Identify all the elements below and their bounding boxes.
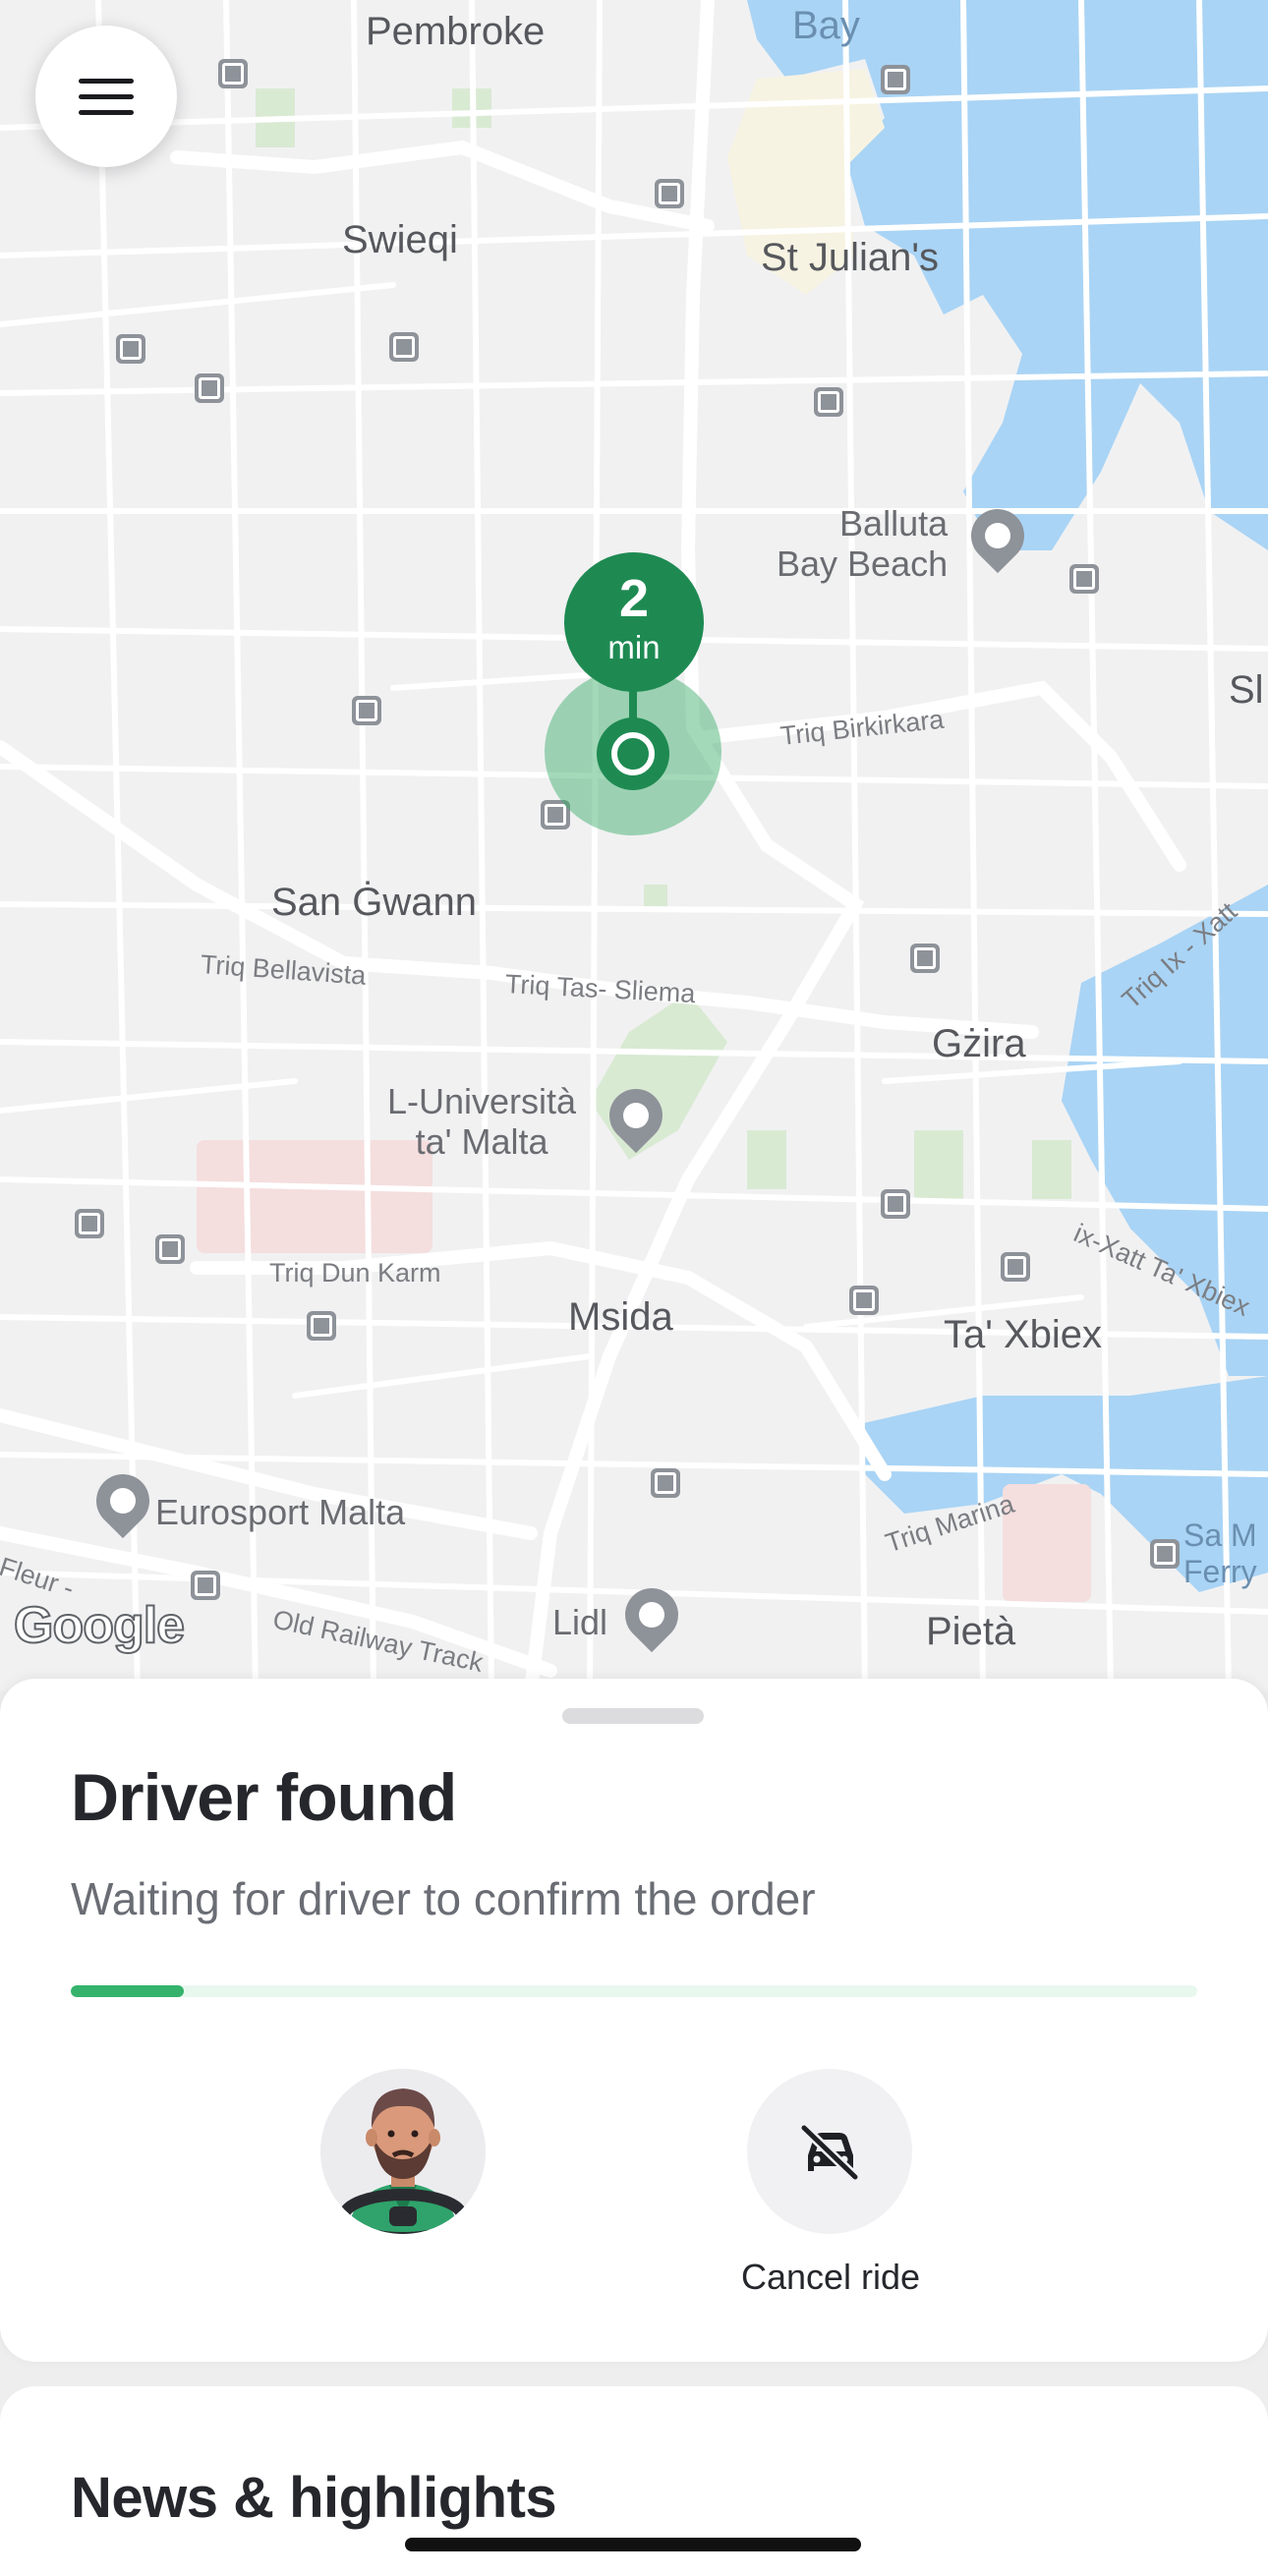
status-title: Driver found (71, 1760, 457, 1835)
eta-value: 2 (618, 569, 650, 628)
news-title: News & highlights (71, 2466, 557, 2530)
bus-stop-icon[interactable] (195, 373, 224, 403)
map-base (0, 0, 1268, 1690)
bus-stop-icon[interactable] (881, 1189, 910, 1219)
driver-avatar-illustration (320, 2069, 486, 2234)
bus-stop-icon[interactable] (75, 1209, 104, 1238)
eta-unit: min (607, 629, 661, 665)
street-label-dun-karm: Triq Dun Karm (269, 1258, 441, 1288)
bus-stop-icon[interactable] (849, 1286, 879, 1315)
place-label-eurosport: Eurosport Malta (155, 1492, 406, 1532)
place-label-st-julians: St Julian's (761, 236, 940, 279)
place-label-ta-xbiex: Ta' Xbiex (944, 1313, 1103, 1356)
bus-stop-icon[interactable] (155, 1234, 185, 1264)
bus-stop-icon[interactable] (651, 1468, 680, 1498)
bus-stop-icon[interactable] (307, 1311, 336, 1341)
google-attribution[interactable]: Google (13, 1596, 186, 1655)
bus-stop-icon[interactable] (881, 65, 910, 94)
bus-stop-icon[interactable] (116, 334, 145, 364)
place-label-universita: L-Università ta' Malta (387, 1081, 577, 1163)
cancel-ride-button[interactable] (747, 2069, 912, 2234)
bus-stop-icon[interactable] (655, 179, 684, 208)
bus-stop-icon[interactable] (1069, 564, 1099, 594)
bus-stop-icon[interactable] (1150, 1539, 1180, 1569)
eta-bubble: 2 min (564, 552, 704, 692)
hamburger-menu-icon (79, 78, 134, 84)
place-label-pembroke: Pembroke (366, 10, 546, 53)
bus-stop-icon[interactable] (352, 696, 381, 725)
place-label-gzira: Gżira (932, 1022, 1026, 1065)
pickup-pin[interactable]: 2 min (543, 552, 723, 837)
place-label-bay: Bay (792, 4, 860, 47)
bus-stop-icon[interactable] (1001, 1252, 1030, 1282)
sheet-drag-handle[interactable] (562, 1708, 704, 1724)
place-label-swieqi: Swieqi (342, 218, 458, 261)
bus-stop-icon[interactable] (218, 59, 248, 88)
waiting-progress-bar (71, 1985, 1197, 1997)
place-label-msida: Msida (568, 1295, 673, 1339)
cancel-ride-label[interactable]: Cancel ride (649, 2257, 1012, 2298)
ride-status-sheet: Driver found Waiting for driver to confi… (0, 1679, 1268, 2362)
map-view[interactable]: Pembroke Bay Swieqi St Julian's Balluta … (0, 0, 1268, 1690)
place-label-sa-maison-ferry: Sa M Ferry (1183, 1517, 1257, 1589)
bus-stop-icon[interactable] (191, 1571, 220, 1600)
place-label-sliema: Sl (1229, 668, 1264, 712)
place-label-pieta: Pietà (926, 1610, 1016, 1653)
place-label-balluta: Balluta Bay Beach (777, 503, 949, 585)
status-subtitle: Waiting for driver to confirm the order (71, 1873, 816, 1924)
bus-stop-icon[interactable] (814, 387, 843, 417)
progress-fill (71, 1985, 184, 1997)
bus-stop-icon[interactable] (910, 944, 940, 973)
car-off-icon (799, 2123, 860, 2182)
location-pin-icon (597, 717, 669, 790)
hamburger-menu-icon-line (79, 93, 134, 99)
place-label-san-gwann: San Ġwann (271, 881, 478, 924)
home-indicator[interactable] (405, 2538, 861, 2551)
driver-avatar[interactable] (320, 2069, 486, 2234)
place-label-lidl: Lidl (552, 1602, 608, 1642)
hamburger-menu-icon-line (79, 109, 134, 115)
bus-stop-icon[interactable] (389, 332, 419, 362)
menu-button[interactable] (35, 26, 177, 167)
